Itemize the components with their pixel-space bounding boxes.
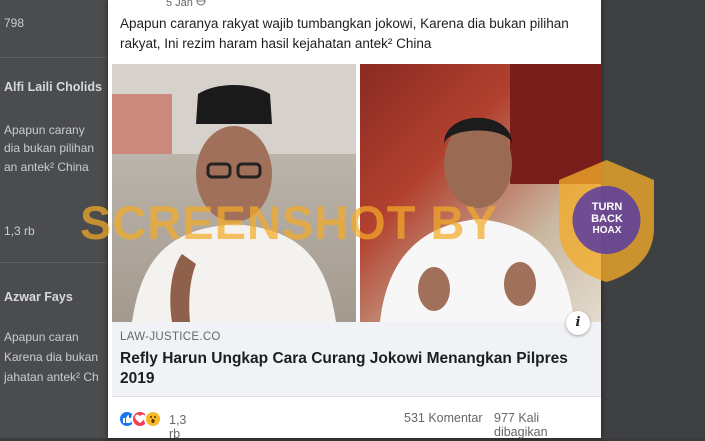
badge-line: HOAX (592, 225, 622, 236)
bg-comment-line: Karena dia bukan (4, 350, 99, 364)
link-domain: LAW-JUSTICE.CO (120, 331, 221, 343)
badge-line: BACK (591, 213, 623, 225)
globe-icon (196, 0, 206, 9)
bg-comment-line: jahatan antek² Ch (4, 370, 99, 384)
link-preview-info[interactable]: LAW-JUSTICE.CO Refly Harun Ungkap Cara C… (112, 322, 601, 397)
bg-divider (0, 57, 110, 58)
post-text: Apapun caranya rakyat wajib tumbangkan j… (120, 16, 569, 51)
comment-count[interactable]: 531 Komentar (404, 411, 483, 425)
share-count[interactable]: 977 Kali dibagikan (494, 411, 593, 439)
photo-left-person (112, 64, 356, 322)
wow-reaction-icon (144, 410, 162, 428)
bg-divider (0, 262, 110, 263)
watermark-text: SCREENSHOT BY (80, 196, 498, 249)
bg-comment-line: Apapun carany (4, 123, 85, 137)
link-preview-image[interactable] (112, 64, 601, 322)
bg-comment-line: Apapun caran (4, 330, 79, 344)
bg-commenter-name: Alfi Laili Cholids (4, 80, 102, 94)
link-title[interactable]: Refly Harun Ungkap Cara Curang Jokowi Me… (120, 349, 590, 389)
bg-comment-line: dia bukan pilihan (4, 141, 95, 155)
post-timestamp[interactable]: 5 Jan (166, 0, 206, 9)
reaction-count[interactable]: 1,3 rb (169, 413, 186, 441)
turnbackhoax-badge: TURN BACK HOAX (556, 158, 657, 284)
timestamp-text: 5 Jan (166, 0, 193, 9)
info-icon[interactable]: i (566, 311, 590, 335)
bg-reaction-count: 1,3 rb (4, 224, 35, 238)
bg-comment-line: an antek² China (4, 160, 89, 174)
bg-reaction-count: 798 (4, 16, 25, 30)
badge-line: TURN (591, 201, 623, 213)
post-footer: 1,3 rb 531 Komentar 977 Kali dibagikan (118, 408, 593, 441)
bg-commenter-name: Azwar Fays (4, 290, 73, 304)
